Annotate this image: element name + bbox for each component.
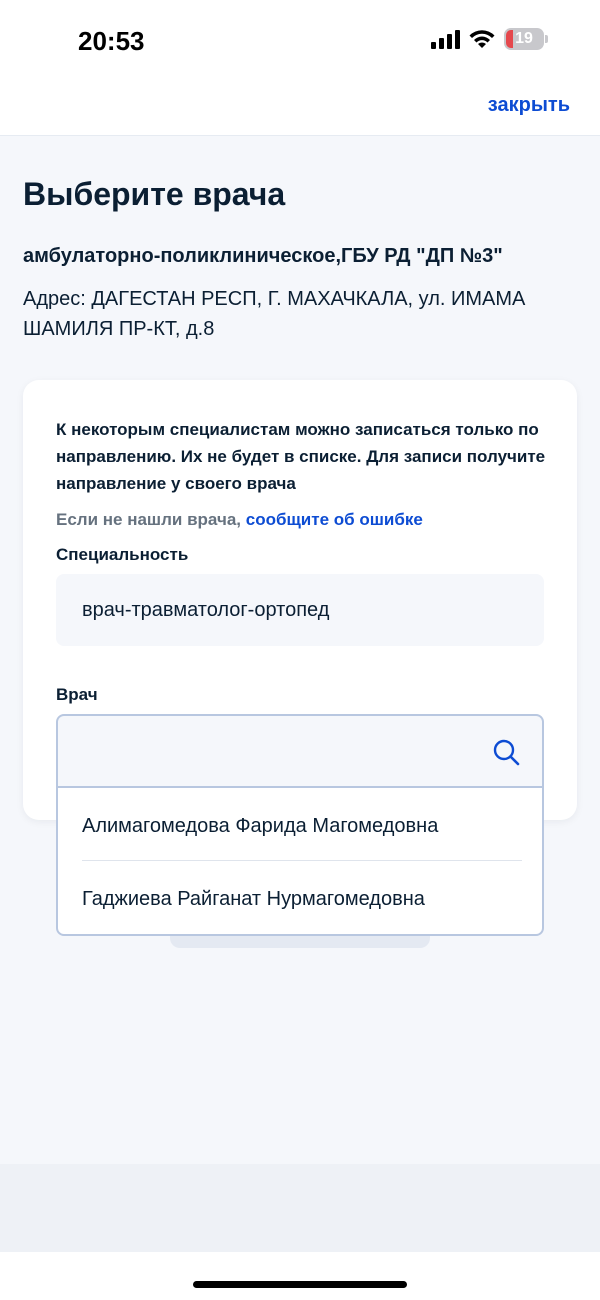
search-icon[interactable] xyxy=(492,738,520,766)
dropdown-divider xyxy=(82,860,522,861)
specialty-label: Специальность xyxy=(56,545,189,564)
status-icons: 19 xyxy=(431,28,548,50)
doctor-selection-card: К некоторым специалистам можно записатьс… xyxy=(23,380,577,820)
report-error-prefix: Если не нашли врача, xyxy=(56,510,241,529)
dropdown-item-doctor[interactable]: Алимагомедова Фарида Магомедовна xyxy=(82,790,522,862)
organization-name: амбулаторно-поликлиническое,ГБУ РД "ДП №… xyxy=(23,245,503,267)
referral-info-text: К некоторым специалистам можно записатьс… xyxy=(56,420,546,493)
signal-icon xyxy=(431,29,460,49)
bottom-safe-area xyxy=(0,1252,600,1300)
page-title: Выберите врача xyxy=(23,176,286,212)
top-bar: закрыть xyxy=(0,80,600,136)
status-time: 20:53 xyxy=(78,26,145,56)
battery-level: 19 xyxy=(515,30,533,47)
doctor-search-field[interactable] xyxy=(56,714,544,788)
organization-address: Адрес: ДАГЕСТАН РЕСП, Г. МАХАЧКАЛА, ул. … xyxy=(23,288,526,340)
home-indicator[interactable] xyxy=(193,1281,407,1288)
doctor-dropdown: Алимагомедова Фарида Магомедовна Гаджиев… xyxy=(56,786,544,936)
dropdown-item-doctor[interactable]: Гаджиева Райганат Нурмагомедовна xyxy=(82,863,522,935)
status-bar: 20:53 19 xyxy=(0,0,600,80)
battery-icon: 19 xyxy=(504,28,548,50)
report-error-link[interactable]: сообщите об ошибке xyxy=(246,510,423,529)
doctor-label: Врач xyxy=(56,685,98,704)
specialty-field[interactable]: врач-травматолог-ортопед xyxy=(56,574,544,646)
report-error-line: Если не нашли врача, сообщите об ошибке xyxy=(56,510,423,530)
wifi-icon xyxy=(469,30,495,48)
specialty-value: врач-травматолог-ортопед xyxy=(82,598,330,621)
doctor-search-input[interactable] xyxy=(58,716,478,788)
close-button[interactable]: закрыть xyxy=(488,94,570,117)
